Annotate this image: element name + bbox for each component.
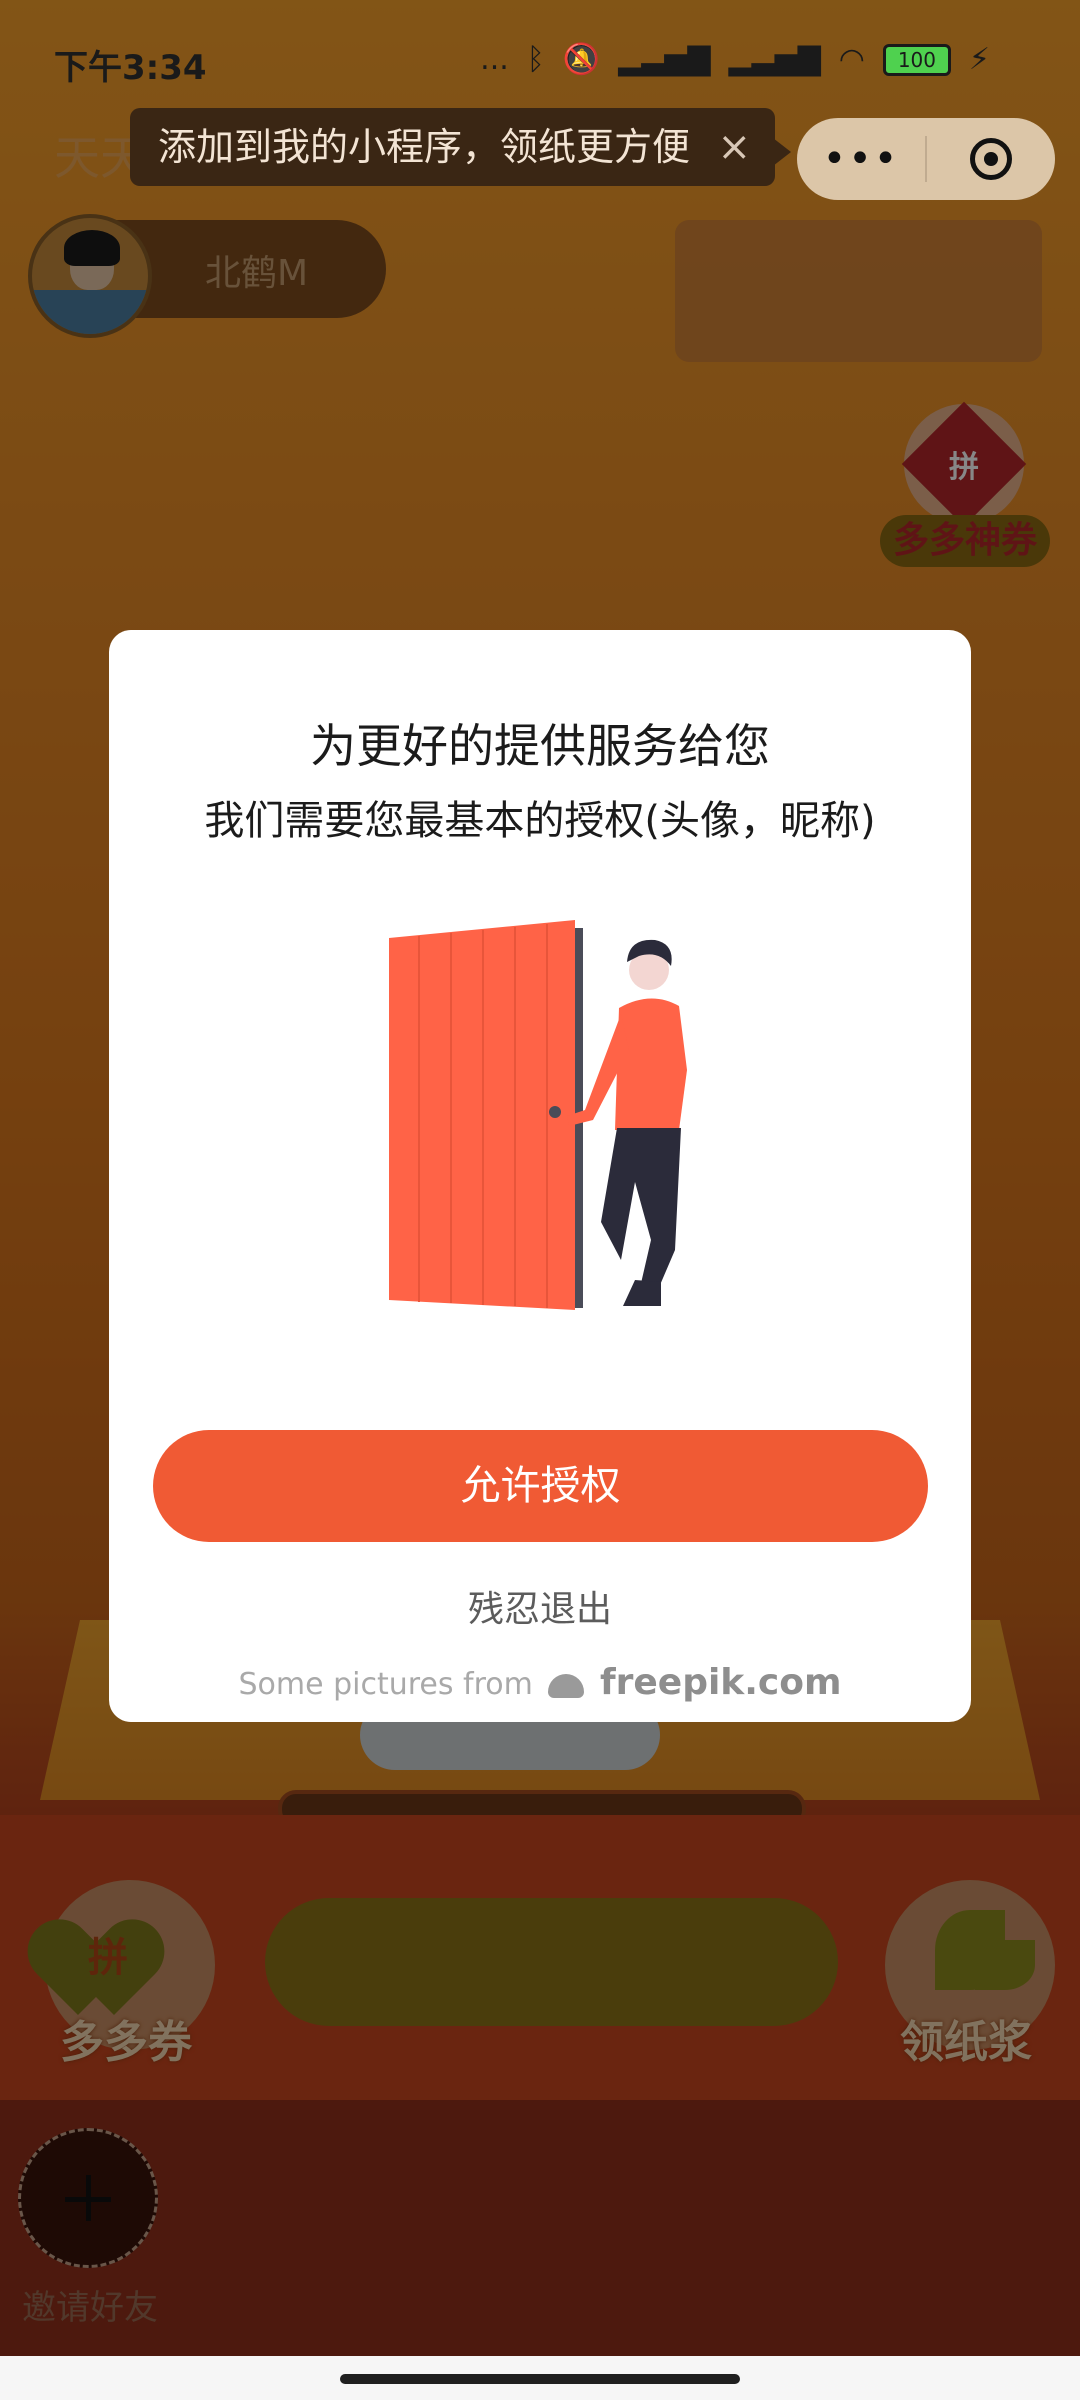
home-indicator[interactable]	[340, 2374, 740, 2384]
credit-brand: freepik.com	[599, 1662, 842, 1703]
status-icons: ... ᛒ 🔕 ▂▃▅▇ ▂▃▅▇ ◠ 100 ⚡	[480, 42, 990, 77]
person-shoe	[623, 1280, 661, 1306]
exit-link[interactable]: 残忍退出	[109, 1580, 971, 1632]
mute-icon: 🔕	[562, 42, 601, 77]
authorization-dialog: 为更好的提供服务给您 我们需要您最基本的授权(头像，昵称) 允许授权 残忍退出 …	[109, 630, 971, 1722]
wifi-icon: ◠	[838, 42, 865, 77]
person-legs	[601, 1128, 681, 1292]
target-icon	[970, 138, 1012, 180]
credit-prefix: Some pictures from	[238, 1667, 533, 1702]
signal-hd2-icon: ▂▃▅▇	[728, 42, 821, 77]
miniprogram-capsule: •••	[797, 118, 1055, 200]
charging-icon: ⚡	[968, 42, 990, 77]
status-bar: 下午3:34 ... ᛒ 🔕 ▂▃▅▇ ▂▃▅▇ ◠ 100 ⚡	[0, 40, 1080, 90]
bluetooth-icon: ᛒ	[526, 42, 545, 77]
add-miniprogram-tooltip[interactable]: 添加到我的小程序，领纸更方便 ×	[130, 108, 775, 186]
image-credit: Some pictures from freepik.com	[109, 1662, 971, 1703]
dialog-subtitle: 我们需要您最基本的授权(头像，昵称)	[204, 798, 876, 844]
person-shirt	[615, 998, 687, 1130]
tooltip-text: 添加到我的小程序，领纸更方便	[158, 125, 691, 169]
status-time: 下午3:34	[54, 48, 207, 88]
close-miniprogram-button[interactable]	[927, 138, 1055, 180]
person-at-door-illustration	[389, 920, 687, 1310]
dialog-title: 为更好的提供服务给您	[310, 719, 770, 773]
signal-hd1-icon: ▂▃▅▇	[618, 42, 711, 77]
more-menu-button[interactable]: •••	[797, 136, 925, 182]
close-icon[interactable]: ×	[717, 108, 751, 186]
tooltip-arrow	[773, 138, 791, 166]
doorknob-icon	[549, 1106, 561, 1118]
freepik-mascot-icon	[548, 1673, 585, 1698]
more-dots-icon: ...	[480, 42, 509, 77]
battery-icon: 100	[882, 43, 951, 76]
allow-authorization-button[interactable]: 允许授权	[153, 1430, 928, 1542]
